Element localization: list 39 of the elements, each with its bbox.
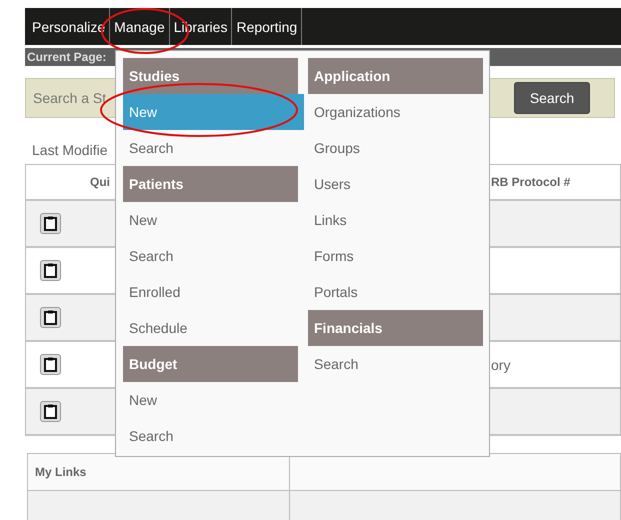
clipboard-icon (44, 357, 57, 372)
menu-item[interactable]: Search (308, 346, 483, 382)
clipboard-button[interactable] (40, 354, 61, 375)
menu-section-header: Budget (123, 346, 298, 382)
menu-item[interactable]: Search (123, 238, 298, 274)
column-header: RB Protocol # (491, 175, 570, 189)
clipboard-icon (44, 310, 57, 325)
menu-section-header: Studies (123, 58, 298, 94)
menu-item[interactable]: New (123, 382, 298, 418)
menu-item[interactable]: New (123, 202, 298, 238)
clipboard-button[interactable] (40, 260, 61, 281)
clipboard-button[interactable] (40, 401, 61, 422)
menu-section-header: Financials (308, 310, 483, 346)
menu-section-header: Patients (123, 166, 298, 202)
menu-item[interactable]: Portals (308, 274, 483, 310)
menu-item[interactable]: Forms (308, 238, 483, 274)
search-button[interactable]: Search (514, 82, 590, 114)
menu-item[interactable]: Schedule (123, 310, 298, 346)
menu-item[interactable]: Enrolled (123, 274, 298, 310)
table-cell: ory (491, 356, 510, 372)
nav-link[interactable]: Reporting (232, 8, 302, 45)
menu-section-header: Application (308, 58, 483, 94)
clipboard-icon (44, 263, 57, 278)
last-modified-label: Last Modifie (32, 142, 108, 158)
clipboard-icon (44, 404, 57, 419)
clipboard-button[interactable] (40, 307, 61, 328)
menu-item[interactable]: Search (123, 418, 298, 454)
menu-item[interactable]: Search (123, 130, 298, 166)
menu-item[interactable]: Links (308, 202, 483, 238)
menu-item[interactable]: Groups (308, 130, 483, 166)
current-page-label: Current Page: (27, 50, 106, 64)
clipboard-icon (44, 216, 57, 231)
clipboard-button[interactable] (40, 213, 61, 234)
menu-item[interactable]: Users (308, 166, 483, 202)
nav-link[interactable]: Manage (110, 8, 170, 45)
menu-item[interactable]: Organizations (308, 94, 483, 130)
menu-item[interactable]: New (123, 94, 304, 130)
column-header: Qui (90, 175, 110, 189)
panel-title: My Links (35, 465, 86, 479)
